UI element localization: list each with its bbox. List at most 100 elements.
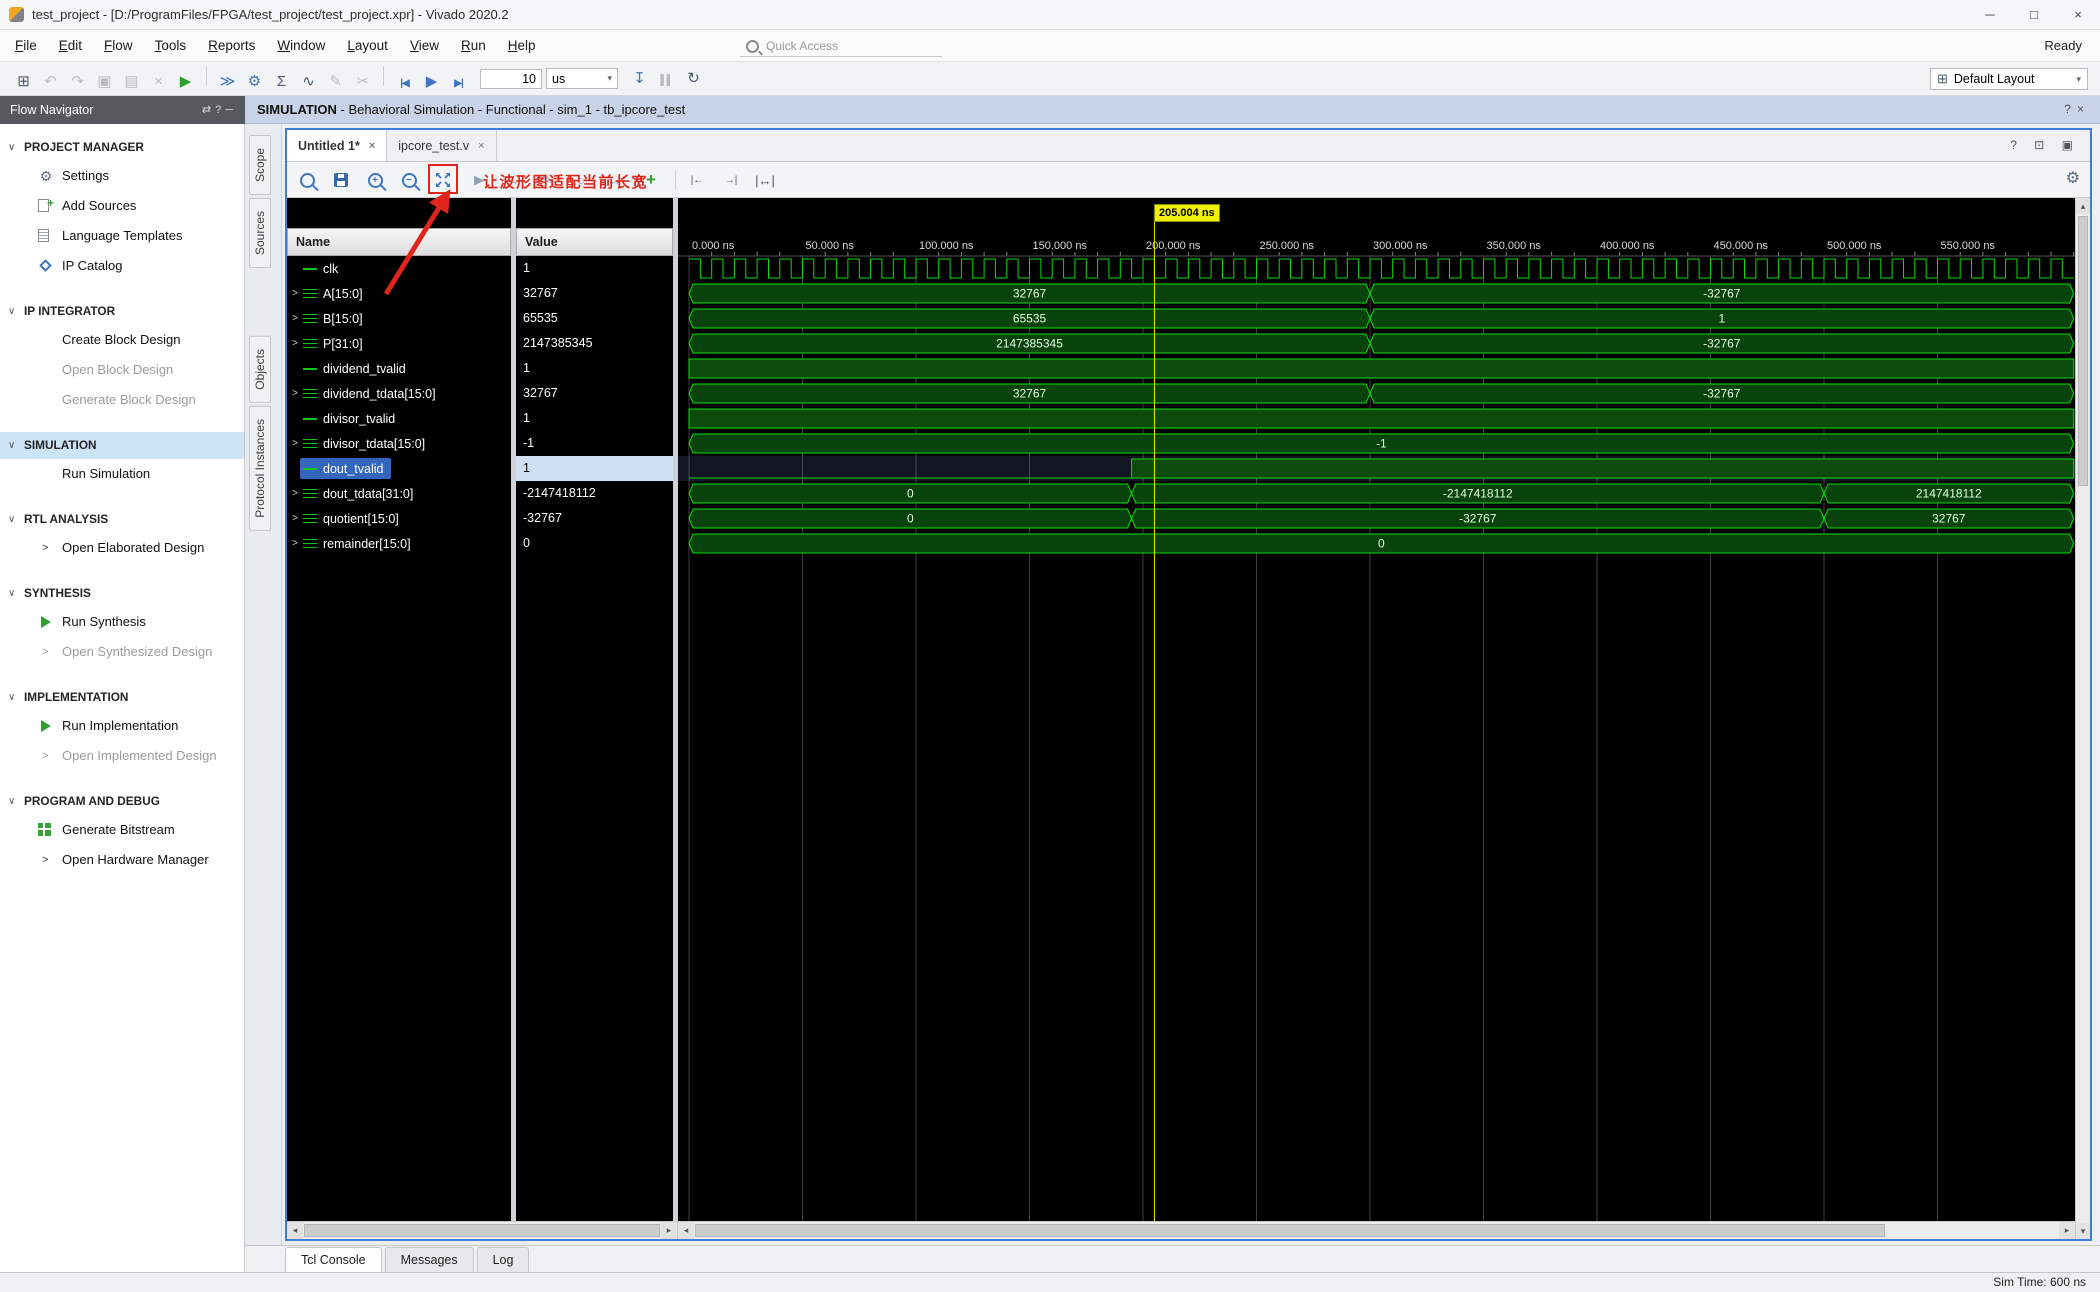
layout-select[interactable]: ⊞ Default Layout ▾ [1930, 68, 2088, 90]
sidebar-item-open-implemented-design[interactable]: > Open Implemented Design [0, 741, 244, 771]
expand-icon[interactable]: > [290, 338, 300, 349]
sidebar-item-open-hardware-manager[interactable]: > Open Hardware Manager [0, 845, 244, 875]
run-flow-icon[interactable]: ▶ [172, 72, 199, 90]
sidebar-item-generate-bitstream[interactable]: Generate Bitstream [0, 815, 244, 845]
step-flow-icon[interactable]: ≫ [214, 72, 241, 90]
sidebar-section-synthesis[interactable]: ∨ SYNTHESIS [0, 580, 244, 607]
signal-row-dout-tdata-31-0[interactable]: > dout_tdata[31:0] [287, 481, 511, 506]
menu-run[interactable]: Run [450, 30, 497, 61]
name-column-header[interactable]: Name [287, 228, 511, 256]
sim-runtime-input[interactable] [480, 68, 542, 89]
signal-row-dout-tvalid[interactable]: dout_tvalid [287, 456, 511, 481]
expand-icon[interactable]: > [290, 313, 300, 324]
quick-access-search[interactable]: Quick Access [740, 36, 942, 57]
expand-icon[interactable]: > [290, 513, 300, 524]
sidebar-item-generate-block-design[interactable]: Generate Block Design [0, 385, 244, 415]
sidebar-item-language-templates[interactable]: Language Templates [0, 221, 244, 251]
signal-value-a-15-0[interactable]: 32767 [516, 281, 673, 306]
expand-icon[interactable]: > [290, 288, 300, 299]
float-panel-icon[interactable]: ⊡ [2034, 138, 2051, 152]
signal-value-divisor-tvalid[interactable]: 1 [516, 406, 673, 431]
sidebar-section-simulation[interactable]: ∨ SIMULATION [0, 432, 244, 459]
signal-row-dividend-tdata-15-0[interactable]: > dividend_tdata[15:0] [287, 381, 511, 406]
sidebar-item-ip-catalog[interactable]: IP Catalog [0, 251, 244, 281]
zoom-in-icon[interactable]: + [363, 168, 387, 192]
menu-edit[interactable]: Edit [48, 30, 93, 61]
help-icon[interactable]: ? [2064, 102, 2077, 116]
signal-row-quotient-15-0[interactable]: > quotient[15:0] [287, 506, 511, 531]
cursor-time-label[interactable]: 205.004 ns [1154, 204, 1220, 222]
scroll-left-icon[interactable]: ◂ [678, 1222, 694, 1239]
settings-icon[interactable]: ⚙ [241, 72, 268, 90]
signal-row-dividend-tvalid[interactable]: dividend_tvalid [287, 356, 511, 381]
step-icon[interactable]: ↧ [626, 69, 653, 87]
waveform-icon[interactable]: ∿ [295, 72, 322, 90]
signal-value-clk[interactable]: 1 [516, 256, 673, 281]
panel-tab-scope[interactable]: Scope [249, 135, 271, 196]
sidebar-item-open-synthesized-design[interactable]: > Open Synthesized Design [0, 637, 244, 667]
scroll-right-icon[interactable]: ▸ [661, 1222, 677, 1239]
signal-row-p-31-0[interactable]: > P[31:0] [287, 331, 511, 356]
sidebar-item-add-sources[interactable]: Add Sources [0, 188, 244, 221]
expand-icon[interactable]: > [290, 488, 300, 499]
expand-icon[interactable]: > [290, 388, 300, 399]
sidebar-item-open-elaborated-design[interactable]: > Open Elaborated Design [0, 533, 244, 563]
restart-sim-icon[interactable]: |◀ [391, 78, 418, 89]
bottom-tab-tcl-console[interactable]: Tcl Console [285, 1247, 382, 1272]
bottom-tab-log[interactable]: Log [476, 1247, 530, 1272]
vertical-scrollbar[interactable]: ▴ ▾ [2075, 198, 2090, 1239]
panel-tab-protocol-instances[interactable]: Protocol Instances [249, 405, 271, 531]
signal-value-b-15-0[interactable]: 65535 [516, 306, 673, 331]
signal-value-divisor-tdata-15-0[interactable]: -1 [516, 431, 673, 456]
scroll-right-icon[interactable]: ▸ [2059, 1222, 2075, 1239]
signal-row-remainder-15-0[interactable]: > remainder[15:0] [287, 531, 511, 556]
maximize-button[interactable]: □ [2012, 0, 2056, 30]
signal-value-quotient-15-0[interactable]: -32767 [516, 506, 673, 531]
name-column-scrollbar[interactable]: ◂ ▸ [287, 1222, 678, 1239]
menu-flow[interactable]: Flow [93, 30, 144, 61]
signal-value-dout-tvalid[interactable]: 1 [516, 456, 673, 481]
scroll-down-icon[interactable]: ▾ [2076, 1223, 2090, 1239]
scrollbar-thumb[interactable] [304, 1224, 660, 1237]
panel-tab-objects[interactable]: Objects [249, 336, 271, 403]
waveform-canvas[interactable]: 0.000 ns 50.000 ns 100.000 ns 150.000 ns 200… [678, 198, 2075, 1239]
run-for-time-icon[interactable]: ▶| [445, 78, 472, 89]
waveform-svg[interactable]: 0.000 ns 50.000 ns 100.000 ns 150.000 ns 200… [678, 198, 2075, 1221]
zoom-out-icon[interactable]: − [397, 168, 421, 192]
sidebar-item-run-simulation[interactable]: Run Simulation [0, 459, 244, 489]
menu-reports[interactable]: Reports [197, 30, 266, 61]
signal-row-a-15-0[interactable]: > A[15:0] [287, 281, 511, 306]
wave-settings-gear-icon[interactable]: ⚙ [2066, 168, 2080, 188]
value-column-header[interactable]: Value [516, 228, 673, 256]
collapse-all-icon[interactable]: ⇄ [202, 104, 215, 116]
tab-close-icon[interactable]: × [478, 140, 484, 152]
run-all-icon[interactable]: ▶ [418, 72, 445, 90]
minimize-button[interactable]: ─ [1968, 0, 2012, 30]
scroll-up-icon[interactable]: ▴ [2076, 198, 2090, 214]
relaunch-icon[interactable]: ↻ [680, 69, 707, 87]
sidebar-section-project-manager[interactable]: ∨ PROJECT MANAGER [0, 134, 244, 161]
sidebar-item-create-block-design[interactable]: Create Block Design [0, 325, 244, 355]
sidebar-section-rtl-analysis[interactable]: ∨ RTL ANALYSIS [0, 506, 244, 533]
span-markers-icon[interactable]: |↔| [753, 168, 777, 192]
signal-value-p-31-0[interactable]: 2147385345 [516, 331, 673, 356]
signal-value-dout-tdata-31-0[interactable]: -2147418112 [516, 481, 673, 506]
tab-untitled-1[interactable]: Untitled 1* × [287, 130, 388, 161]
maximize-panel-icon[interactable]: ▣ [2062, 138, 2080, 152]
signal-row-b-15-0[interactable]: > B[15:0] [287, 306, 511, 331]
bottom-tab-messages[interactable]: Messages [384, 1247, 474, 1272]
sidebar-item-settings[interactable]: ⚙ Settings [0, 161, 244, 191]
open-recent-icon[interactable]: ⊞ [10, 72, 37, 90]
waveform-scrollbar[interactable]: ◂ ▸ [678, 1222, 2075, 1239]
vertical-scrollbar-thumb[interactable] [2078, 216, 2088, 486]
sum-icon[interactable]: Σ [268, 73, 295, 90]
menu-tools[interactable]: Tools [144, 30, 198, 61]
close-button[interactable]: × [2056, 0, 2100, 30]
sidebar-section-implementation[interactable]: ∨ IMPLEMENTATION [0, 684, 244, 711]
menu-layout[interactable]: Layout [336, 30, 399, 61]
menu-view[interactable]: View [399, 30, 450, 61]
signal-value-dividend-tvalid[interactable]: 1 [516, 356, 673, 381]
signal-value-dividend-tdata-15-0[interactable]: 32767 [516, 381, 673, 406]
save-waveform-icon[interactable] [329, 168, 353, 192]
expand-icon[interactable]: > [290, 538, 300, 549]
